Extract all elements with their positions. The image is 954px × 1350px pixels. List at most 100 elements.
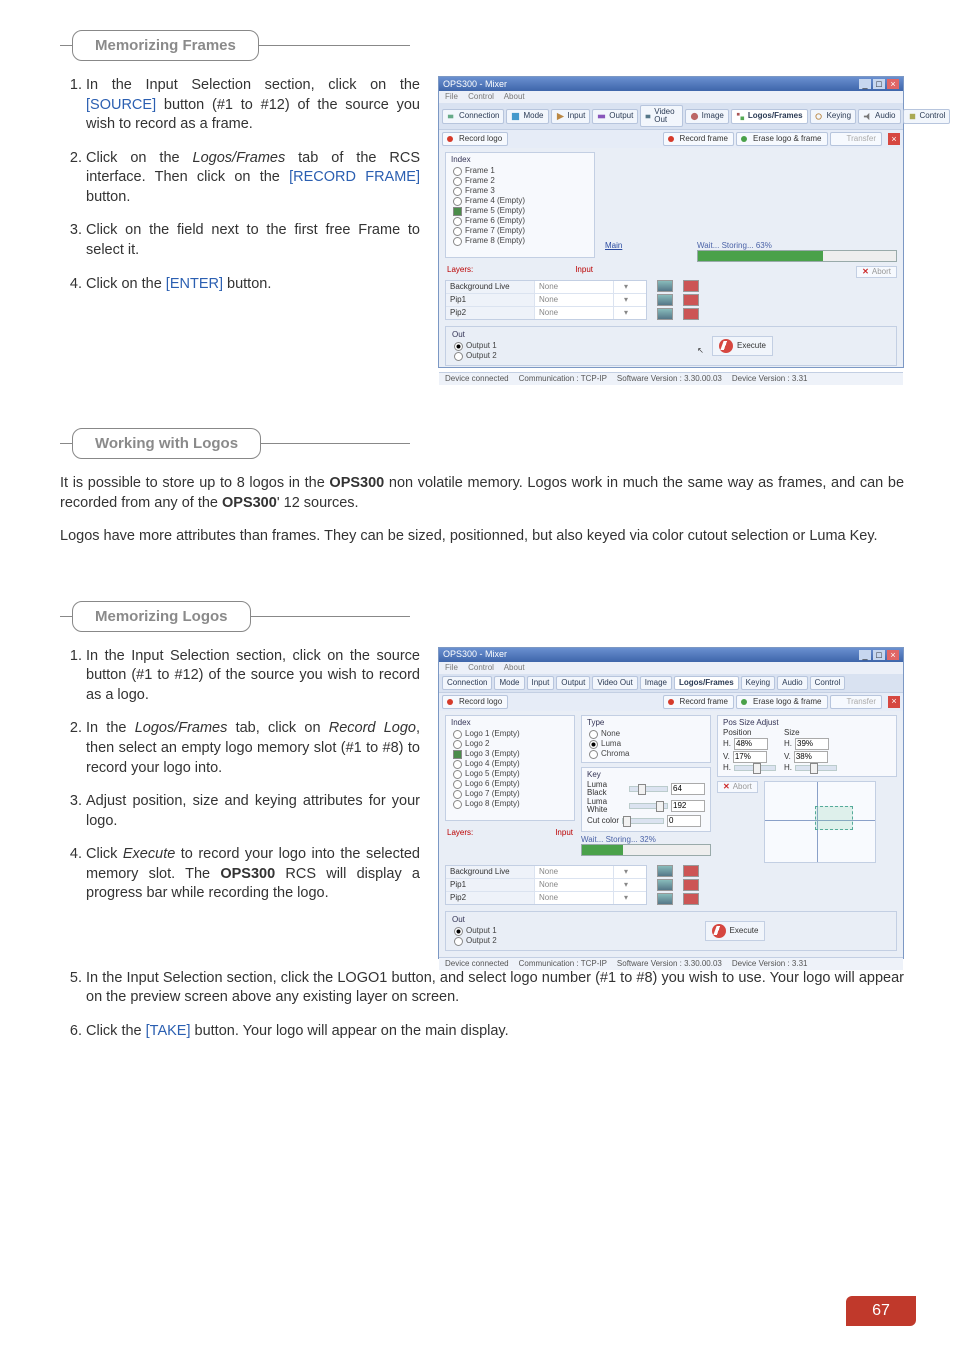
logo-preview[interactable] [764, 781, 876, 863]
logo-5[interactable]: Logo 5 (Empty) [451, 769, 569, 779]
grid-value[interactable]: None [534, 294, 613, 306]
menu-about[interactable]: About [504, 92, 525, 101]
frame-1[interactable]: Frame 1 [451, 166, 589, 176]
luma-white-value[interactable] [671, 800, 705, 812]
grid-value[interactable]: None [534, 866, 613, 878]
luma-black-slider[interactable] [629, 786, 668, 792]
grid-dd[interactable]: ▾ [613, 866, 638, 878]
logo-1[interactable]: Logo 1 (Empty) [451, 729, 569, 739]
grid-dd[interactable]: ▾ [613, 294, 638, 306]
grid-dd[interactable]: ▾ [613, 281, 638, 293]
tab-logos-frames[interactable]: Logos/Frames [674, 676, 739, 690]
close-panel-button[interactable]: × [888, 696, 900, 708]
row-pip2[interactable]: Pip2 [446, 892, 534, 904]
logo-2[interactable]: Logo 2 [451, 739, 569, 749]
subtab-record-logo[interactable]: Record logo [442, 695, 508, 709]
menu-file[interactable]: File [445, 663, 458, 672]
pos-v[interactable] [733, 751, 767, 763]
tab-control[interactable]: Control [810, 676, 846, 690]
tab-mode[interactable]: Mode [494, 676, 524, 690]
logo-3[interactable]: Logo 3 (Empty) [451, 749, 569, 759]
subtab-record-logo[interactable]: Record logo [442, 132, 508, 146]
tab-audio[interactable]: Audio [777, 676, 807, 690]
logo-4[interactable]: Logo 4 (Empty) [451, 759, 569, 769]
abort-button[interactable]: ✕Abort [856, 266, 897, 278]
grid-value[interactable]: None [534, 892, 613, 904]
frame-8[interactable]: Frame 8 (Empty) [451, 236, 589, 246]
grid-value[interactable]: None [534, 307, 613, 319]
execute-button[interactable]: Execute [712, 336, 773, 356]
size-h-slider[interactable] [795, 765, 837, 771]
menu-control[interactable]: Control [468, 92, 494, 101]
row-pip1[interactable]: Pip1 [446, 294, 534, 306]
tab-keying[interactable]: Keying [741, 676, 775, 690]
execute-button[interactable]: Execute [705, 921, 766, 941]
size-h[interactable] [795, 738, 829, 750]
status-bar: Device connected Communication : TCP-IP … [439, 372, 903, 385]
cut-color-value[interactable] [667, 815, 701, 827]
type-chroma[interactable]: Chroma [587, 749, 705, 759]
tab-audio[interactable]: Audio [858, 109, 900, 124]
frame-2[interactable]: Frame 2 [451, 176, 589, 186]
row-pip2[interactable]: Pip2 [446, 307, 534, 319]
grid-dd[interactable]: ▾ [613, 879, 638, 891]
subtab-transfer[interactable]: Transfer [830, 695, 883, 709]
subtab-record-frame[interactable]: Record frame [663, 132, 734, 146]
grid-value[interactable]: None [534, 281, 613, 293]
pos-h-slider[interactable] [734, 765, 776, 771]
luma-black-value[interactable] [671, 783, 705, 795]
tab-video-out[interactable]: Video Out [640, 105, 682, 127]
abort-button[interactable]: ✕Abort [717, 781, 758, 793]
close-panel-button[interactable]: × [888, 133, 900, 145]
type-none[interactable]: None [587, 729, 705, 739]
logo-7[interactable]: Logo 7 (Empty) [451, 789, 569, 799]
output-2[interactable]: Output 2 [452, 351, 572, 361]
window-controls[interactable]: _□× [857, 79, 899, 89]
type-luma[interactable]: Luma [587, 739, 705, 749]
tab-image[interactable]: Image [640, 676, 672, 690]
tab-connection[interactable]: Connection [442, 109, 504, 124]
row-pip1[interactable]: Pip1 [446, 879, 534, 891]
grid-dd[interactable]: ▾ [613, 892, 638, 904]
menubar[interactable]: File Control About [439, 662, 903, 674]
pos-h[interactable] [734, 738, 768, 750]
row-bg-live[interactable]: Background Live [446, 281, 534, 293]
subtab-record-frame[interactable]: Record frame [663, 695, 734, 709]
tab-input[interactable]: Input [551, 109, 591, 124]
subtab-erase[interactable]: Erase logo & frame [736, 132, 827, 146]
output-1[interactable]: Output 1 [452, 341, 572, 351]
row-bg-live[interactable]: Background Live [446, 866, 534, 878]
tab-image[interactable]: Image [685, 109, 729, 124]
size-v[interactable] [794, 751, 828, 763]
frame-4[interactable]: Frame 4 (Empty) [451, 196, 589, 206]
tab-output[interactable]: Output [556, 676, 590, 690]
logo-8[interactable]: Logo 8 (Empty) [451, 799, 569, 809]
window-controls[interactable]: _□× [857, 650, 899, 660]
tab-video-out[interactable]: Video Out [592, 676, 637, 690]
grid-dd[interactable]: ▾ [613, 307, 638, 319]
image-icon [690, 112, 699, 121]
menu-control[interactable]: Control [468, 663, 494, 672]
tab-logos-frames[interactable]: Logos/Frames [731, 109, 808, 124]
luma-white-slider[interactable] [629, 803, 668, 809]
menubar[interactable]: File Control About [439, 91, 903, 103]
tab-control[interactable]: Control [903, 109, 951, 124]
logo-6[interactable]: Logo 6 (Empty) [451, 779, 569, 789]
tab-input[interactable]: Input [527, 676, 555, 690]
tab-connection[interactable]: Connection [442, 676, 492, 690]
tab-keying[interactable]: Keying [810, 109, 856, 124]
frame-7[interactable]: Frame 7 (Empty) [451, 226, 589, 236]
menu-file[interactable]: File [445, 92, 458, 101]
output-1[interactable]: Output 1 [452, 926, 572, 936]
tab-output[interactable]: Output [592, 109, 638, 124]
frame-3[interactable]: Frame 3 [451, 186, 589, 196]
subtab-transfer[interactable]: Transfer [830, 132, 883, 146]
grid-value[interactable]: None [534, 879, 613, 891]
output-2[interactable]: Output 2 [452, 936, 572, 946]
tab-mode[interactable]: Mode [506, 109, 548, 124]
menu-about[interactable]: About [504, 663, 525, 672]
cut-color-slider[interactable] [622, 818, 664, 824]
frame-5[interactable]: Frame 5 (Empty) [451, 206, 589, 216]
frame-6[interactable]: Frame 6 (Empty) [451, 216, 589, 226]
subtab-erase[interactable]: Erase logo & frame [736, 695, 827, 709]
